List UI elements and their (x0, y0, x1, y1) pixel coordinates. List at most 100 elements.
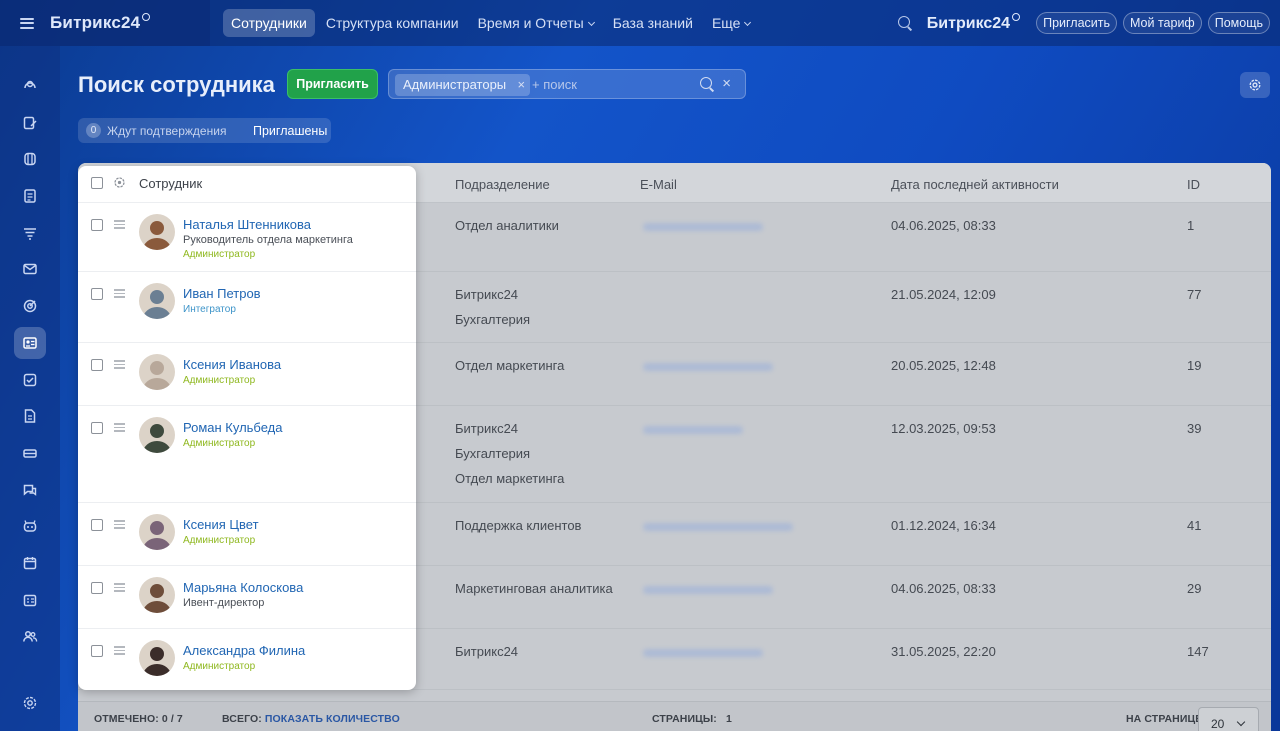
row-checkbox[interactable] (91, 645, 103, 657)
employee-name-link[interactable]: Роман Кульбеда (183, 420, 283, 435)
mail-icon[interactable] (14, 253, 46, 285)
row-checkbox[interactable] (91, 582, 103, 594)
nav-item-4[interactable]: Еще (704, 9, 759, 37)
row-menu-icon[interactable] (114, 360, 125, 369)
avatar[interactable] (139, 283, 175, 319)
help-button[interactable]: Помощь (1207, 12, 1270, 34)
my-tariff-button[interactable]: Мой тариф (1123, 12, 1202, 34)
avatar[interactable] (139, 514, 175, 550)
planner-icon[interactable] (14, 584, 46, 616)
docs-icon[interactable] (14, 180, 46, 212)
employee-name-link[interactable]: Ксения Цвет (183, 517, 259, 532)
avatar[interactable] (139, 214, 175, 250)
document-icon[interactable] (14, 400, 46, 432)
users-icon[interactable] (14, 620, 46, 652)
row-checkbox[interactable] (91, 422, 103, 434)
per-page-select[interactable]: 20 (1198, 707, 1259, 731)
employee-name-link[interactable]: Иван Петров (183, 286, 261, 301)
row-menu-icon[interactable] (114, 520, 125, 529)
email-blurred (643, 649, 763, 657)
bot-icon[interactable] (14, 510, 46, 542)
invite-button[interactable]: Пригласить (287, 69, 378, 99)
department-link[interactable]: Поддержка клиентов (455, 518, 581, 533)
employee-row[interactable]: Ксения Иванова Администратор (78, 343, 416, 406)
nav-item-2[interactable]: Время и Отчеты (470, 9, 602, 37)
tab-invited[interactable]: Приглашены (243, 124, 327, 138)
department-link[interactable]: Отдел аналитики (455, 218, 559, 233)
pages-counter: СТРАНИЦЫ: 1 (652, 713, 732, 725)
avatar[interactable] (139, 354, 175, 390)
row-checkbox[interactable] (91, 359, 103, 371)
row-checkbox[interactable] (91, 288, 103, 300)
row-menu-icon[interactable] (114, 423, 125, 432)
left-rail (0, 46, 60, 731)
settings-icon[interactable] (14, 687, 46, 719)
filter-chip[interactable]: Администраторы × (395, 74, 531, 96)
feed-icon[interactable] (14, 70, 46, 102)
employee-name-link[interactable]: Наталья Штенникова (183, 217, 311, 232)
row-menu-icon[interactable] (114, 220, 125, 229)
department-link[interactable]: Бухгалтерия (455, 312, 530, 327)
column-id[interactable]: ID (1187, 177, 1200, 192)
department-link[interactable]: Отдел маркетинга (455, 471, 564, 486)
search-icon[interactable] (700, 77, 714, 91)
employee-row[interactable]: Александра Филина Администратор (78, 629, 416, 690)
brand-logo[interactable]: Битрикс24 (50, 13, 151, 33)
search-input[interactable]: + поиск (532, 77, 577, 92)
nav-item-0[interactable]: Сотрудники (223, 9, 315, 37)
employee-row[interactable]: Иван Петров Интегратор (78, 272, 416, 343)
avatar[interactable] (139, 577, 175, 613)
department-link[interactable]: Битрикс24 (455, 421, 564, 436)
calendar-icon[interactable] (14, 547, 46, 579)
department-link[interactable]: Маркетинговая аналитика (455, 581, 613, 596)
row-checkbox[interactable] (91, 219, 103, 231)
nav-item-3[interactable]: База знаний (605, 9, 701, 37)
employee-row[interactable]: Роман Кульбеда Администратор (78, 406, 416, 503)
target-icon[interactable] (14, 290, 46, 322)
avatar[interactable] (139, 640, 175, 676)
employee-name-link[interactable]: Ксения Иванова (183, 357, 281, 372)
search-icon[interactable] (897, 15, 913, 31)
employee-role-badge: Администратор (183, 661, 256, 672)
tab-pending[interactable]: 0 Ждут подтверждения (78, 123, 243, 138)
employee-row[interactable]: Марьяна Колоскова Ивент-директор (78, 566, 416, 629)
department-link[interactable]: Бухгалтерия (455, 446, 564, 461)
show-count-link[interactable]: ПОКАЗАТЬ КОЛИЧЕСТВО (265, 713, 400, 725)
column-email[interactable]: E-Mail (640, 177, 677, 192)
employee-name-link[interactable]: Марьяна Колоскова (183, 580, 303, 595)
row-menu-icon[interactable] (114, 289, 125, 298)
page-settings-gear-icon[interactable] (1240, 72, 1270, 98)
employees-icon[interactable] (14, 326, 46, 359)
department-link[interactable]: Отдел маркетинга (455, 358, 564, 373)
department-link[interactable]: Битрикс24 (455, 644, 518, 659)
checkbox-icon[interactable] (14, 364, 46, 396)
column-settings-gear-icon[interactable] (113, 176, 126, 189)
chat-icon[interactable] (14, 474, 46, 506)
filter-search-box[interactable]: Администраторы × + поиск × (388, 69, 746, 99)
row-menu-icon[interactable] (114, 646, 125, 655)
select-all-checkbox[interactable] (91, 177, 103, 189)
crm-icon[interactable] (14, 143, 46, 175)
employee-role-badge: Интегратор (183, 304, 236, 315)
marked-counter: ОТМЕЧЕНО: 0 / 7 (94, 713, 183, 725)
column-department[interactable]: Подразделение (455, 177, 550, 192)
row-menu-icon[interactable] (114, 583, 125, 592)
avatar[interactable] (139, 417, 175, 453)
employee-row[interactable]: Ксения Цвет Администратор (78, 503, 416, 566)
column-last-activity[interactable]: Дата последней активности (891, 177, 1059, 192)
employee-name-link[interactable]: Александра Филина (183, 643, 305, 658)
clock-icon (1012, 13, 1021, 21)
nav-item-1[interactable]: Структура компании (318, 9, 467, 37)
row-checkbox[interactable] (91, 519, 103, 531)
clear-icon[interactable]: × (722, 76, 731, 91)
column-employee[interactable]: Сотрудник (139, 176, 202, 191)
brand-logo-right[interactable]: Битрикс24 (927, 13, 1021, 33)
employee-row[interactable]: Наталья Штенникова Руководитель отдела ма… (78, 203, 416, 272)
chip-remove-icon[interactable]: × (518, 74, 526, 96)
funnel-icon[interactable] (14, 217, 46, 249)
tasks-edit-icon[interactable] (14, 107, 46, 139)
invite-top-button[interactable]: Пригласить (1036, 12, 1117, 34)
inventory-icon[interactable] (14, 437, 46, 469)
department-link[interactable]: Битрикс24 (455, 287, 530, 302)
menu-burger-icon[interactable] (20, 17, 34, 29)
